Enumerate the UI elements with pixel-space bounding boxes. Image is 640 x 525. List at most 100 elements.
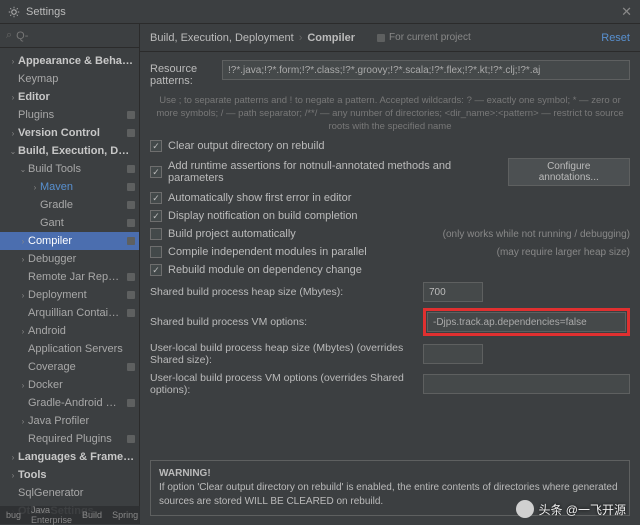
sidebar-item-label: Gant xyxy=(40,217,124,229)
search-input[interactable] xyxy=(16,30,133,42)
sidebar-item-label: Tools xyxy=(18,469,135,481)
sidebar-item-build-tools[interactable]: ⌄Build Tools xyxy=(0,160,139,178)
sidebar-item-java-profiler[interactable]: ›Java Profiler xyxy=(0,412,139,430)
checkbox[interactable] xyxy=(150,264,162,276)
search-icon: ⌕ xyxy=(6,29,12,42)
scope-badge-icon xyxy=(127,237,135,245)
checkbox[interactable] xyxy=(150,166,162,178)
tool-tab[interactable]: Build xyxy=(82,510,102,520)
sidebar-item-languages-frameworks[interactable]: ›Languages & Frameworks xyxy=(0,448,139,466)
sidebar-item-gradle[interactable]: Gradle xyxy=(0,196,139,214)
breadcrumb-item[interactable]: Build, Execution, Deployment xyxy=(150,32,294,44)
sidebar-item-debugger[interactable]: ›Debugger xyxy=(0,250,139,268)
avatar-icon xyxy=(516,500,534,518)
vm-options-input[interactable] xyxy=(427,312,626,332)
chevron-right-icon: › xyxy=(18,291,28,300)
breadcrumb-item: Compiler xyxy=(307,32,355,44)
sidebar-item-plugins[interactable]: Plugins xyxy=(0,106,139,124)
checkbox[interactable] xyxy=(150,246,162,258)
chevron-right-icon: › xyxy=(18,381,28,390)
chevron-down-icon: ⌄ xyxy=(8,147,18,156)
search-box[interactable]: ⌕ xyxy=(0,24,139,48)
scope-badge-icon xyxy=(127,435,135,443)
tool-tab[interactable]: bug xyxy=(6,510,21,520)
sidebar-item-label: Maven xyxy=(40,181,124,193)
sidebar-item-required-plugins[interactable]: Required Plugins xyxy=(0,430,139,448)
sidebar-item-remote-jar-repositories[interactable]: Remote Jar Repositories xyxy=(0,268,139,286)
sidebar-item-label: Docker xyxy=(28,379,135,391)
field-input[interactable] xyxy=(423,282,483,302)
chevron-right-icon: › xyxy=(30,183,40,192)
checkbox[interactable] xyxy=(150,210,162,222)
sidebar-item-label: Build, Execution, Deployment xyxy=(18,145,135,157)
breadcrumb: Build, Execution, Deployment › Compiler … xyxy=(150,32,601,44)
sidebar-item-label: Appearance & Behavior xyxy=(18,55,135,67)
close-icon[interactable]: ✕ xyxy=(621,4,632,20)
window-title: Settings xyxy=(26,6,621,18)
sidebar-item-build-execution-deployment[interactable]: ⌄Build, Execution, Deployment xyxy=(0,142,139,160)
chevron-right-icon: › xyxy=(8,471,18,480)
sidebar-item-label: Gradle-Android Compiler xyxy=(28,397,124,409)
sidebar-item-gant[interactable]: Gant xyxy=(0,214,139,232)
sidebar-item-appearance-behavior[interactable]: ›Appearance & Behavior xyxy=(0,52,139,70)
sidebar-item-editor[interactable]: ›Editor xyxy=(0,88,139,106)
sidebar-item-label: Compiler xyxy=(28,235,124,247)
sidebar-item-compiler[interactable]: ›Compiler xyxy=(0,232,139,250)
gear-icon xyxy=(8,6,20,18)
sidebar-item-label: Android xyxy=(28,325,135,337)
chevron-right-icon: › xyxy=(8,129,18,138)
sidebar-item-label: Remote Jar Repositories xyxy=(28,271,124,283)
checkbox-hint: (only works while not running / debuggin… xyxy=(443,229,630,240)
sidebar-item-tools[interactable]: ›Tools xyxy=(0,466,139,484)
field-label: Shared build process heap size (Mbytes): xyxy=(150,286,415,298)
chevron-right-icon: › xyxy=(299,32,303,44)
field-input[interactable] xyxy=(423,344,483,364)
checkbox-label: Display notification on build completion xyxy=(168,210,358,222)
bottom-toolbar: bug Java Enterprise Build Spring xyxy=(0,506,140,524)
chevron-right-icon: › xyxy=(18,255,28,264)
watermark: 头条 @一飞开源 xyxy=(516,500,626,518)
chevron-down-icon: ⌄ xyxy=(18,165,28,174)
sidebar-item-label: Java Profiler xyxy=(28,415,135,427)
sidebar-item-label: Deployment xyxy=(28,289,124,301)
chevron-right-icon: › xyxy=(8,57,18,66)
configure-annotations-button[interactable]: Configure annotations... xyxy=(508,158,631,186)
sidebar-item-docker[interactable]: ›Docker xyxy=(0,376,139,394)
sidebar-item-android[interactable]: ›Android xyxy=(0,322,139,340)
tool-tab[interactable]: Java Enterprise xyxy=(31,505,72,525)
chevron-right-icon: › xyxy=(18,417,28,426)
scope-badge-icon xyxy=(127,399,135,407)
sidebar-item-label: SqlGenerator xyxy=(18,487,135,499)
sidebar-item-coverage[interactable]: Coverage xyxy=(0,358,139,376)
sidebar-item-deployment[interactable]: ›Deployment xyxy=(0,286,139,304)
sidebar: ⌕ ›Appearance & BehaviorKeymap›EditorPlu… xyxy=(0,24,140,524)
warning-title: WARNING! xyxy=(159,467,621,481)
sidebar-item-version-control[interactable]: ›Version Control xyxy=(0,124,139,142)
sidebar-item-keymap[interactable]: Keymap xyxy=(0,70,139,88)
scope-badge-icon xyxy=(127,219,135,227)
sidebar-item-label: Build Tools xyxy=(28,163,124,175)
field-input[interactable] xyxy=(423,374,630,394)
sidebar-item-label: Version Control xyxy=(18,127,124,139)
scope-badge-icon xyxy=(127,291,135,299)
sidebar-item-label: Editor xyxy=(18,91,135,103)
chevron-right-icon: › xyxy=(8,93,18,102)
scope-badge: For current project xyxy=(377,32,471,43)
sidebar-item-application-servers[interactable]: Application Servers xyxy=(0,340,139,358)
sidebar-item-sqlgenerator[interactable]: SqlGenerator xyxy=(0,484,139,502)
checkbox[interactable] xyxy=(150,192,162,204)
sidebar-item-gradle-android-compiler[interactable]: Gradle-Android Compiler xyxy=(0,394,139,412)
checkbox[interactable] xyxy=(150,140,162,152)
resource-patterns-input[interactable] xyxy=(222,60,630,80)
sidebar-item-arquillian-containers[interactable]: Arquillian Containers xyxy=(0,304,139,322)
tool-tab[interactable]: Spring xyxy=(112,510,138,520)
chevron-right-icon: › xyxy=(18,237,28,246)
chevron-right-icon: › xyxy=(8,453,18,462)
checkbox[interactable] xyxy=(150,228,162,240)
sidebar-item-maven[interactable]: ›Maven xyxy=(0,178,139,196)
checkbox-label: Clear output directory on rebuild xyxy=(168,140,325,152)
sidebar-item-label: Arquillian Containers xyxy=(28,307,124,319)
sidebar-item-label: Gradle xyxy=(40,199,124,211)
field-label: Shared build process VM options: xyxy=(150,316,415,328)
reset-link[interactable]: Reset xyxy=(601,32,630,44)
